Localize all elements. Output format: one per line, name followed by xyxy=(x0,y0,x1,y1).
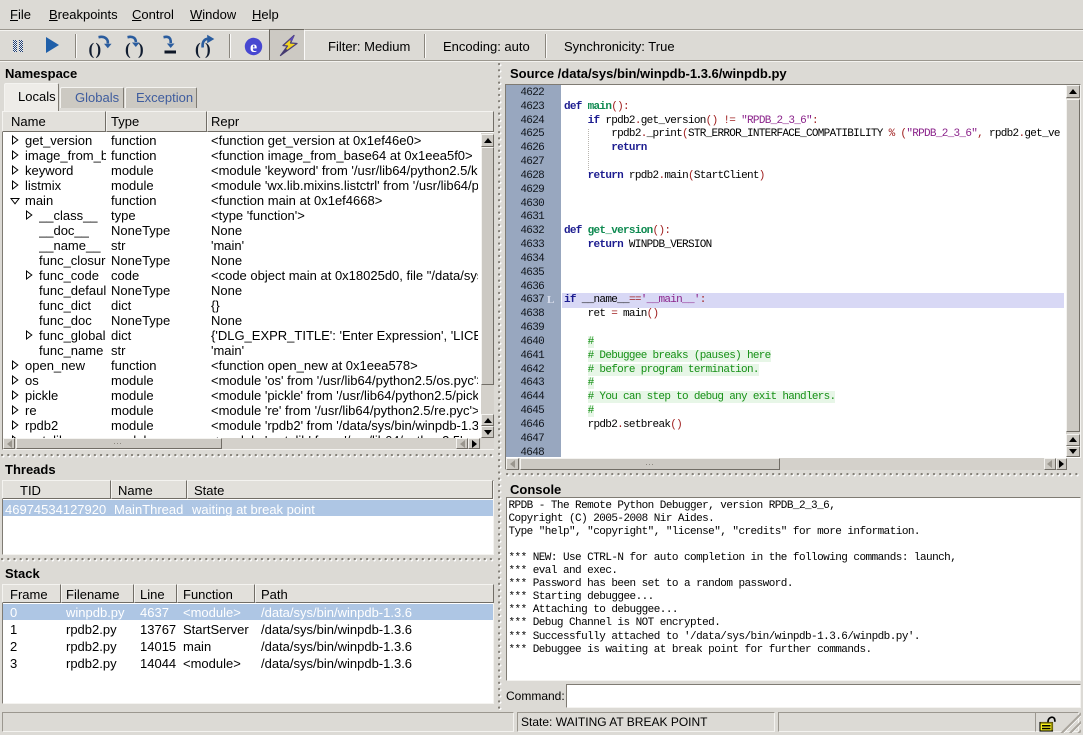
svg-text:(: ( xyxy=(125,40,131,59)
svg-text:): ) xyxy=(138,40,144,59)
svg-text:e: e xyxy=(250,39,257,56)
svg-text:): ) xyxy=(96,40,102,59)
svg-text:(: ( xyxy=(195,40,201,59)
svg-text:(: ( xyxy=(89,40,95,59)
